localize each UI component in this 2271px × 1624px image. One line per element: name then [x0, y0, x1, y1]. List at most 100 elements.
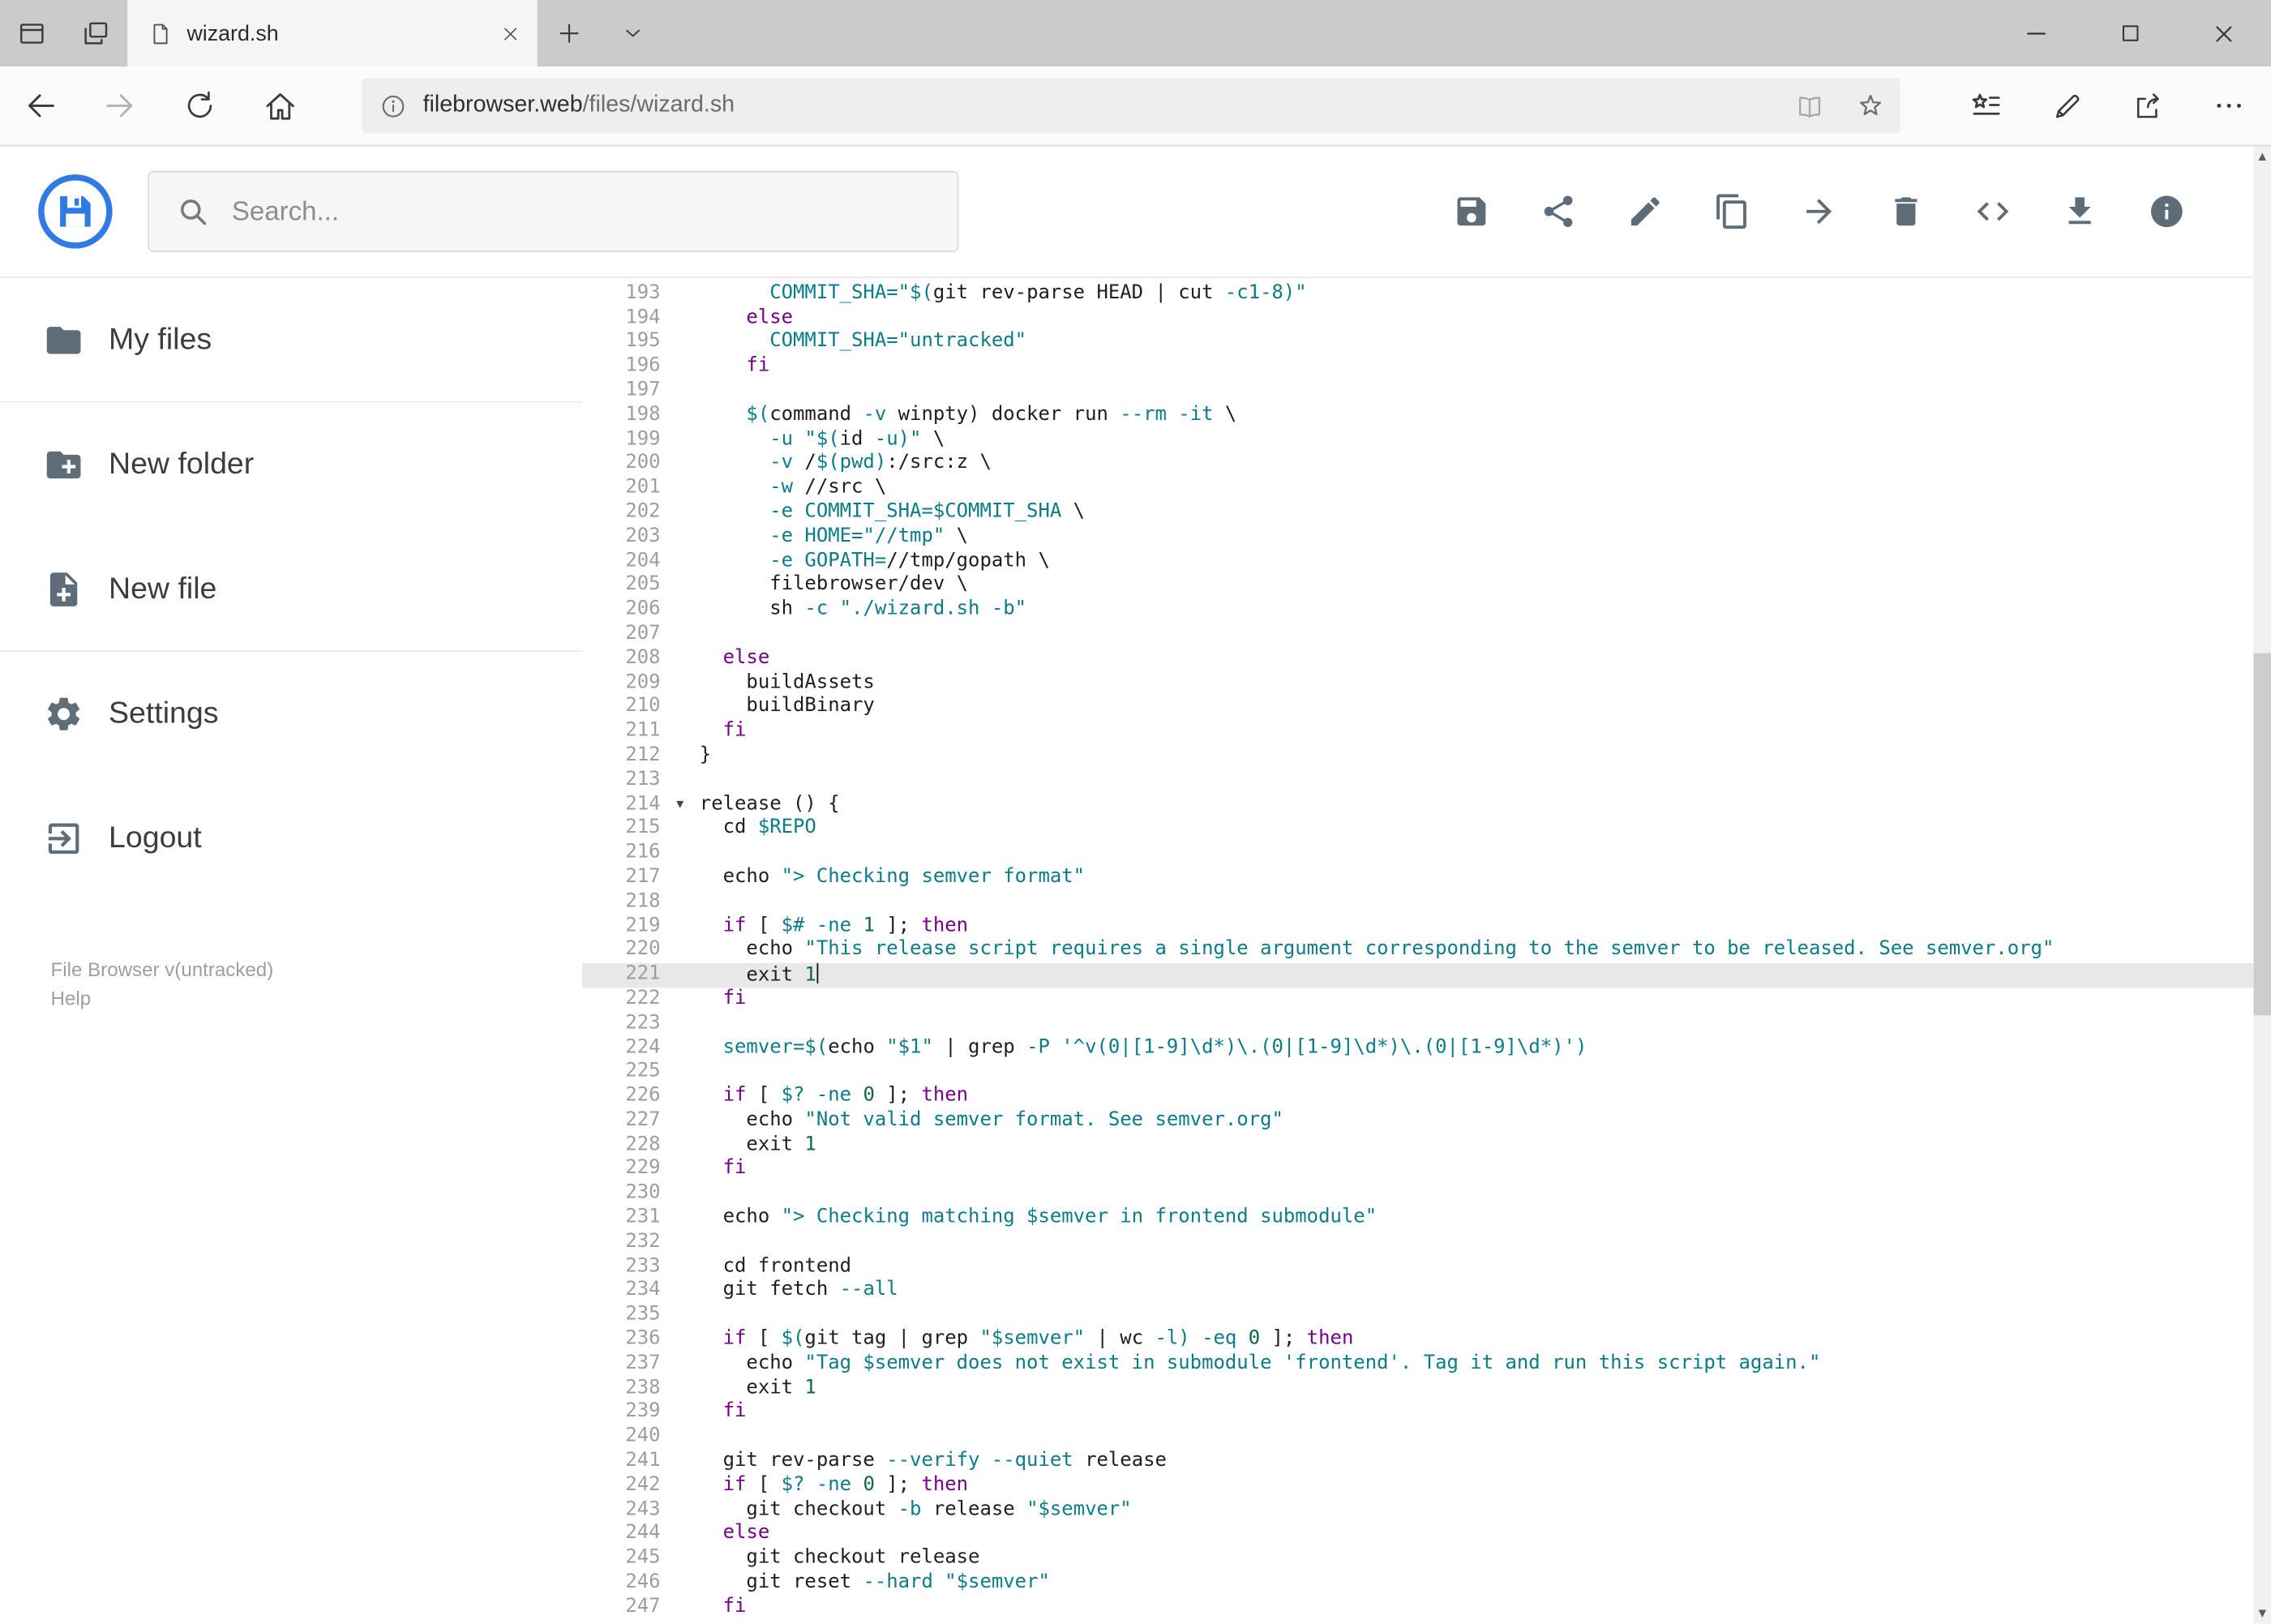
code-line-208[interactable]: 208 else [582, 647, 2253, 671]
scrollbar-thumb[interactable] [2253, 653, 2271, 1016]
code-line-225[interactable]: 225 [582, 1061, 2253, 1085]
scroll-down-arrow-icon[interactable]: ▼ [2254, 1603, 2271, 1623]
code-line-239[interactable]: 239 fi [582, 1401, 2253, 1425]
new-tab-button[interactable] [538, 0, 602, 66]
code-line-219[interactable]: 219 if [ $# -ne 1 ]; then [582, 915, 2253, 939]
code-line-230[interactable]: 230 [582, 1182, 2253, 1206]
code-line-212[interactable]: 212} [582, 744, 2253, 769]
code-line-235[interactable]: 235 [582, 1304, 2253, 1328]
code-line-228[interactable]: 228 exit 1 [582, 1133, 2253, 1158]
home-button[interactable] [239, 88, 322, 124]
code-line-241[interactable]: 241 git rev-parse --verify --quiet relea… [582, 1450, 2253, 1474]
code-line-201[interactable]: 201 -w //src \ [582, 477, 2253, 501]
code-line-209[interactable]: 209 buildAssets [582, 671, 2253, 696]
code-line-234[interactable]: 234 git fetch --all [582, 1279, 2253, 1304]
code-line-211[interactable]: 211 fi [582, 720, 2253, 744]
sidebar-item-my-files[interactable]: My files [0, 278, 583, 403]
delete-button[interactable] [1862, 168, 1949, 255]
code-line-200[interactable]: 200 -v /$(pwd):/src:z \ [582, 452, 2253, 477]
code-line-244[interactable]: 244 else [582, 1523, 2253, 1547]
close-button[interactable] [2177, 0, 2271, 66]
sidebar-item-new-file[interactable]: New file [0, 527, 583, 652]
forward-button[interactable] [79, 87, 159, 124]
info-button[interactable] [2123, 168, 2210, 255]
code-line-245[interactable]: 245 git checkout release [582, 1547, 2253, 1571]
fold-marker-icon[interactable]: ▾ [661, 793, 700, 817]
code-line-214[interactable]: 214 ▾ release () { [582, 793, 2253, 817]
code-line-226[interactable]: 226 if [ $? -ne 0 ]; then [582, 1085, 2253, 1109]
code-line-240[interactable]: 240 [582, 1425, 2253, 1450]
copy-button[interactable] [1689, 168, 1776, 255]
code-line-231[interactable]: 231 echo "> Checking matching $semver in… [582, 1206, 2253, 1231]
set-tabs-aside-button[interactable] [64, 0, 128, 66]
code-line-229[interactable]: 229 fi [582, 1158, 2253, 1182]
code-line-238[interactable]: 238 exit 1 [582, 1377, 2253, 1401]
code-line-222[interactable]: 222 fi [582, 988, 2253, 1012]
save-button[interactable] [1428, 168, 1515, 255]
code-button[interactable] [1949, 168, 2036, 255]
code-line-236[interactable]: 236 if [ $(git tag | grep "$semver" | wc… [582, 1328, 2253, 1352]
download-button[interactable] [2037, 168, 2123, 255]
code-line-216[interactable]: 216 [582, 842, 2253, 866]
sidebar-item-new-folder[interactable]: New folder [0, 403, 582, 528]
code-line-215[interactable]: 215 cd $REPO [582, 817, 2253, 842]
code-line-193[interactable]: 193 COMMIT_SHA="$(git rev-parse HEAD | c… [582, 282, 2253, 306]
code-line-194[interactable]: 194 else [582, 306, 2253, 331]
maximize-button[interactable] [2083, 0, 2177, 66]
page-scrollbar[interactable]: ▲ ▼ [2253, 146, 2271, 1624]
sidebar-item-settings[interactable]: Settings [0, 652, 582, 777]
browser-tab[interactable]: wizard.sh [127, 0, 538, 67]
refresh-button[interactable] [159, 88, 238, 123]
move-button[interactable] [1776, 168, 1862, 255]
code-line-221[interactable]: 221 exit 1 [582, 963, 2254, 988]
share-button[interactable] [1515, 168, 1602, 255]
code-line-210[interactable]: 210 buildBinary [582, 696, 2253, 720]
code-line-205[interactable]: 205 filebrowser/dev \ [582, 574, 2253, 598]
code-editor[interactable]: 192 if command -v git &>/dev/null; then1… [582, 277, 2254, 1624]
code-line-199[interactable]: 199 -u "$(id -u)" \ [582, 428, 2253, 452]
share-button[interactable] [2107, 89, 2188, 122]
site-info-icon[interactable] [362, 92, 423, 119]
code-line-246[interactable]: 246 git reset --hard "$semver" [582, 1571, 2253, 1596]
code-line-237[interactable]: 237 echo "Tag $semver does not exist in … [582, 1352, 2253, 1377]
code-line-217[interactable]: 217 echo "> Checking semver format" [582, 866, 2253, 890]
code-line-243[interactable]: 243 git checkout -b release "$semver" [582, 1498, 2253, 1523]
tab-list-button[interactable] [601, 0, 665, 66]
code-line-195[interactable]: 195 COMMIT_SHA="untracked" [582, 331, 2253, 355]
code-line-204[interactable]: 204 -e GOPATH=//tmp/gopath \ [582, 550, 2253, 574]
minimize-button[interactable] [1989, 0, 2083, 66]
tab-close-button[interactable] [501, 24, 520, 42]
web-note-button[interactable] [2026, 89, 2107, 122]
hub-button[interactable] [1945, 88, 2026, 123]
favorite-star-button[interactable] [1840, 91, 1900, 122]
help-link[interactable]: Help [51, 985, 274, 1014]
reading-view-button[interactable] [1779, 91, 1840, 122]
more-options-button[interactable] [2188, 90, 2269, 122]
code-line-223[interactable]: 223 [582, 1012, 2253, 1036]
tab-preview-button[interactable] [0, 0, 64, 66]
code-line-213[interactable]: 213 [582, 769, 2253, 793]
code-line-196[interactable]: 196 fi [582, 355, 2253, 379]
scroll-up-arrow-icon[interactable]: ▲ [2254, 146, 2271, 166]
code-line-242[interactable]: 242 if [ $? -ne 0 ]; then [582, 1474, 2253, 1498]
code-line-220[interactable]: 220 echo "This release script requires a… [582, 939, 2253, 963]
sidebar-item-logout[interactable]: Logout [0, 776, 582, 901]
search-input[interactable] [231, 195, 958, 228]
code-line-197[interactable]: 197 [582, 379, 2253, 404]
code-line-227[interactable]: 227 echo "Not valid semver format. See s… [582, 1109, 2253, 1133]
code-line-247[interactable]: 247 fi [582, 1596, 2253, 1620]
edit-button[interactable] [1602, 168, 1689, 255]
code-line-198[interactable]: 198 $(command -v winpty) docker run --rm… [582, 404, 2253, 428]
code-line-202[interactable]: 202 -e COMMIT_SHA=$COMMIT_SHA \ [582, 501, 2253, 525]
back-button[interactable] [0, 87, 79, 124]
code-line-233[interactable]: 233 cd frontend [582, 1255, 2253, 1279]
search-box[interactable] [148, 170, 959, 252]
code-line-232[interactable]: 232 [582, 1231, 2253, 1255]
address-bar[interactable]: filebrowser.web/files/wizard.sh [362, 78, 1900, 134]
code-line-224[interactable]: 224 semver=$(echo "$1" | grep -P '^v(0|[… [582, 1036, 2253, 1061]
code-line-206[interactable]: 206 sh -c "./wizard.sh -b" [582, 598, 2253, 623]
code-line-207[interactable]: 207 [582, 623, 2253, 647]
filebrowser-logo[interactable] [36, 173, 114, 251]
code-line-218[interactable]: 218 [582, 890, 2253, 915]
code-line-203[interactable]: 203 -e HOME="//tmp" \ [582, 525, 2253, 550]
